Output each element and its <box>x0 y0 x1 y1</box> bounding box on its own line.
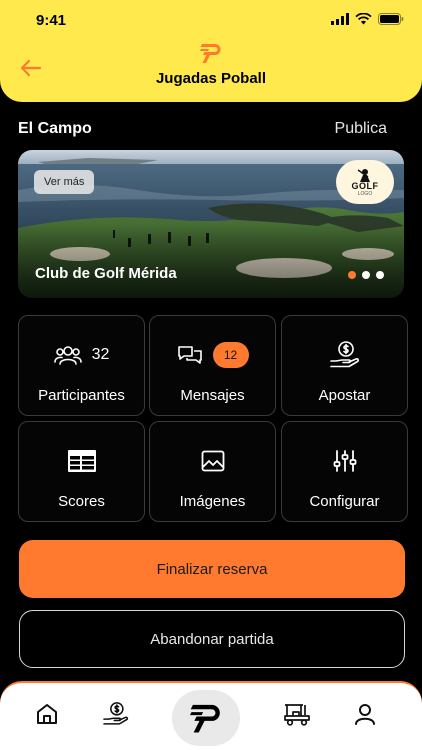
visibility-status: Publica <box>334 120 387 137</box>
finish-booking-button[interactable]: Finalizar reserva <box>19 540 405 598</box>
image-icon <box>201 450 224 472</box>
home-icon <box>37 704 57 724</box>
nav-poball[interactable] <box>172 690 240 746</box>
money-hand-icon <box>329 341 359 368</box>
nav-golf-cart[interactable] <box>282 699 312 729</box>
carousel-dot[interactable] <box>376 271 384 279</box>
nav-bets[interactable] <box>101 699 131 729</box>
status-time: 9:41 <box>36 12 67 29</box>
club-logo-text: GOLF <box>351 180 379 191</box>
golf-cart-icon <box>284 704 310 726</box>
nav-home[interactable] <box>32 699 62 729</box>
club-logo-subtext: LOGO <box>357 190 373 197</box>
nav-profile[interactable] <box>350 699 380 729</box>
carousel-dot-active[interactable] <box>348 271 356 279</box>
page-title: Jugadas Poball <box>155 70 267 87</box>
signal-icon <box>331 13 349 25</box>
chat-icon <box>177 346 202 364</box>
tile-label: Mensajes <box>180 387 245 404</box>
section-title: El Campo <box>18 120 92 137</box>
user-icon <box>355 704 375 725</box>
tile-label: Scores <box>58 493 105 510</box>
carousel-dots <box>348 271 384 279</box>
club-name: Club de Golf Mérida <box>35 265 177 282</box>
tile-imagenes[interactable]: Imágenes <box>149 421 276 522</box>
poball-logo-icon <box>190 704 220 733</box>
wifi-icon <box>355 13 372 25</box>
tile-configurar[interactable]: Configurar <box>281 421 408 522</box>
header: 9:41 Jugadas Poball <box>0 0 422 102</box>
messages-badge: 12 <box>212 342 249 368</box>
club-logo: GOLF LOGO <box>336 160 394 204</box>
course-banner[interactable]: Ver más GOLF LOGO Club de Golf Mérida <box>18 150 404 298</box>
battery-icon <box>378 13 404 25</box>
carousel-dot[interactable] <box>362 271 370 279</box>
tile-label: Apostar <box>318 387 371 404</box>
golfer-icon <box>357 168 370 182</box>
tile-label: Imágenes <box>179 493 246 510</box>
status-icons <box>331 13 404 25</box>
tile-participantes[interactable]: 32 Participantes <box>18 315 145 416</box>
leave-game-button[interactable]: Abandonar partida <box>19 610 405 668</box>
bottom-nav <box>0 681 422 750</box>
participants-count: 32 <box>91 346 110 363</box>
tile-mensajes[interactable]: 12 Mensajes <box>149 315 276 416</box>
users-icon <box>53 346 82 365</box>
sliders-icon <box>333 450 356 472</box>
tile-label: Configurar <box>309 493 380 510</box>
money-hand-icon <box>103 702 129 725</box>
tile-label: Participantes <box>38 387 125 404</box>
table-icon <box>67 450 96 472</box>
tile-scores[interactable]: Scores <box>18 421 145 522</box>
poball-logo-icon <box>200 44 221 63</box>
tile-apostar[interactable]: Apostar <box>281 315 408 416</box>
see-more-button[interactable]: Ver más <box>34 170 95 194</box>
